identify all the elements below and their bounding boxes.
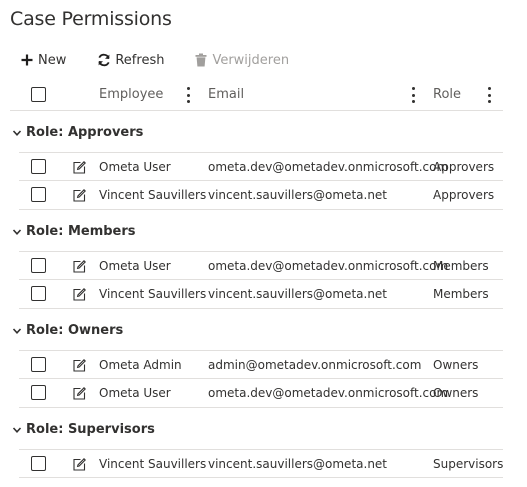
employee-cell: Ometa Admin — [99, 358, 182, 372]
delete-button-label: Verwijderen — [212, 52, 290, 68]
row-checkbox[interactable] — [31, 456, 46, 471]
edit-icon[interactable] — [73, 288, 86, 301]
email-cell: ometa.dev@ometadev.onmicrosoft.com — [208, 160, 449, 174]
group-header[interactable]: Role: Members — [10, 218, 136, 244]
select-all-checkbox[interactable] — [31, 87, 46, 102]
edit-icon[interactable] — [73, 359, 86, 372]
employee-cell: Ometa User — [99, 160, 171, 174]
email-column-menu-icon[interactable] — [411, 87, 415, 103]
delete-button[interactable]: Verwijderen — [194, 48, 289, 72]
role-cell: Owners — [433, 386, 479, 400]
row-checkbox[interactable] — [31, 286, 46, 301]
list-row[interactable]: Vincent Sauvillers vincent.sauvillers@ome… — [19, 449, 503, 478]
edit-icon[interactable] — [73, 458, 86, 471]
chevron-down-icon[interactable] — [12, 424, 22, 434]
list-row[interactable]: Ometa Admin admin@ometadev.onmicrosoft.co… — [19, 350, 503, 379]
list-row[interactable]: Ometa User ometa.dev@ometadev.onmicrosoft… — [19, 152, 503, 181]
list-row[interactable]: Vincent Sauvillers vincent.sauvillers@ome… — [19, 181, 503, 210]
edit-icon[interactable] — [73, 189, 86, 202]
edit-icon[interactable] — [73, 161, 86, 174]
refresh-icon — [97, 53, 111, 67]
chevron-down-icon[interactable] — [12, 325, 22, 335]
edit-icon[interactable] — [73, 260, 86, 273]
column-header-email[interactable]: Email — [208, 87, 244, 102]
list-row[interactable]: Vincent Sauvillers vincent.sauvillers@ome… — [19, 280, 503, 309]
role-cell: Approvers — [433, 188, 495, 202]
group-header[interactable]: Role: Owners — [10, 317, 123, 343]
column-header-employee[interactable]: Employee — [99, 87, 163, 102]
group-header-label: Role: Members — [26, 223, 136, 239]
refresh-button[interactable]: Refresh — [97, 48, 164, 72]
list-header: Employee Email Role — [10, 80, 503, 111]
email-cell: ometa.dev@ometadev.onmicrosoft.com — [208, 386, 449, 400]
group-header-label: Role: Owners — [26, 322, 124, 338]
role-cell: Members — [433, 259, 489, 273]
chevron-down-icon[interactable] — [12, 226, 22, 236]
page-title: Case Permissions — [10, 8, 172, 30]
employee-cell: Vincent Sauvillers — [99, 457, 207, 471]
row-checkbox[interactable] — [31, 258, 46, 273]
role-cell: Members — [433, 287, 489, 301]
list-row[interactable]: Ometa User ometa.dev@ometadev.onmicrosoft… — [19, 251, 503, 280]
refresh-button-label: Refresh — [115, 52, 165, 68]
row-checkbox[interactable] — [31, 159, 46, 174]
email-cell: admin@ometadev.onmicrosoft.com — [208, 358, 422, 372]
group-header[interactable]: Role: Approvers — [10, 119, 143, 145]
role-cell: Owners — [433, 358, 479, 372]
employee-cell: Ometa User — [99, 259, 171, 273]
email-cell: vincent.sauvillers@ometa.net — [208, 287, 388, 301]
group-header[interactable]: Role: Supervisors — [10, 416, 155, 442]
row-checkbox[interactable] — [31, 385, 46, 400]
role-column-menu-icon[interactable] — [487, 87, 491, 103]
group-header-label: Role: Supervisors — [26, 421, 155, 437]
group-header-label: Role: Approvers — [26, 124, 144, 140]
new-button[interactable]: New — [20, 48, 66, 72]
email-cell: vincent.sauvillers@ometa.net — [208, 457, 388, 471]
email-cell: vincent.sauvillers@ometa.net — [208, 188, 388, 202]
command-bar: New Refresh Verwijderen — [14, 48, 289, 72]
trash-icon — [194, 53, 208, 67]
email-cell: ometa.dev@ometadev.onmicrosoft.com — [208, 259, 449, 273]
column-header-role[interactable]: Role — [433, 87, 461, 102]
employee-cell: Vincent Sauvillers — [99, 287, 207, 301]
new-button-label: New — [38, 52, 67, 68]
employee-cell: Ometa User — [99, 386, 171, 400]
role-cell: Approvers — [433, 160, 495, 174]
role-cell: Supervisors — [433, 457, 504, 471]
list-row[interactable]: Ometa User ometa.dev@ometadev.onmicrosoft… — [19, 379, 503, 408]
chevron-down-icon[interactable] — [12, 127, 22, 137]
row-checkbox[interactable] — [31, 357, 46, 372]
edit-icon[interactable] — [73, 387, 86, 400]
row-checkbox[interactable] — [31, 187, 46, 202]
employee-column-menu-icon[interactable] — [186, 87, 190, 103]
employee-cell: Vincent Sauvillers — [99, 188, 207, 202]
plus-icon — [20, 53, 34, 67]
